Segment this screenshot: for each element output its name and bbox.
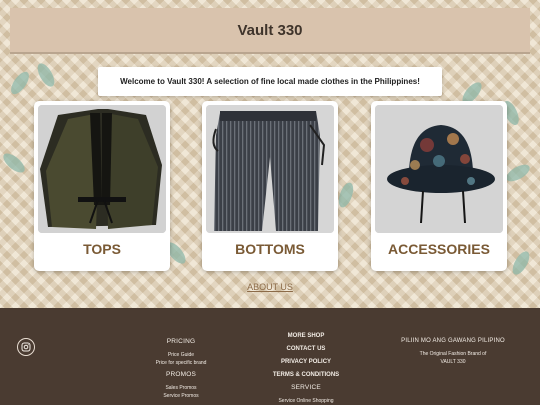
site-header: Vault 330 [10, 8, 530, 54]
terms-conditions-link[interactable]: TERMS & CONDITIONS [256, 369, 356, 382]
bottoms-image [206, 105, 334, 233]
category-label-tops: TOPS [83, 241, 121, 257]
background-leaf [7, 68, 33, 98]
site-footer: PRICING Price Guide Price for specific b… [0, 308, 540, 405]
promos-heading: PROMOS [165, 371, 197, 378]
privacy-policy-link[interactable]: PRIVACY POLICY [256, 356, 356, 369]
brand-description: The Original Fashion Brand of [419, 351, 487, 357]
category-label-accessories: ACCESSORIES [388, 241, 490, 257]
service-heading: SERVICE [291, 384, 321, 391]
sales-promos-link[interactable]: Sales Promos [136, 384, 226, 392]
site-title: Vault 330 [237, 21, 303, 39]
contact-us-link[interactable]: CONTACT US [256, 343, 356, 356]
category-card-accessories[interactable]: ACCESSORIES [371, 101, 507, 271]
background-leaf [503, 161, 533, 185]
price-specific-brand-link[interactable]: Price for specific brand [136, 359, 226, 367]
background-leaf [335, 180, 357, 210]
about-us-link[interactable]: ABOUT US [0, 282, 540, 292]
price-guide-link[interactable]: Price Guide [136, 351, 226, 359]
accessories-image [375, 105, 503, 233]
background-leaf [509, 248, 533, 278]
tops-image [38, 105, 166, 233]
brand-tagline: PILIIN MO ANG GAWANG PILIPINO [401, 338, 505, 344]
category-label-bottoms: BOTTOMS [235, 241, 305, 257]
category-card-tops[interactable]: TOPS [34, 101, 170, 271]
footer-brand-column: PILIIN MO ANG GAWANG PILIPINO The Origin… [390, 338, 516, 366]
brand-name: VAULT 330 [440, 359, 466, 365]
background-leaf [34, 60, 58, 90]
instagram-icon[interactable] [17, 338, 35, 356]
service-online-shopping-link[interactable]: Service Online Shopping [256, 397, 356, 405]
welcome-banner: Welcome to Vault 330! A selection of fin… [98, 67, 442, 96]
pricing-heading: PRICING [166, 338, 196, 345]
footer-links-column: MORE SHOP CONTACT US PRIVACY POLICY TERM… [256, 330, 356, 405]
more-shop-link[interactable]: MORE SHOP [256, 330, 356, 343]
footer-pricing-column: PRICING Price Guide Price for specific b… [136, 338, 226, 400]
service-promos-link[interactable]: Service Promos [136, 392, 226, 400]
background-leaf [0, 150, 28, 176]
category-card-bottoms[interactable]: BOTTOMS [202, 101, 338, 271]
